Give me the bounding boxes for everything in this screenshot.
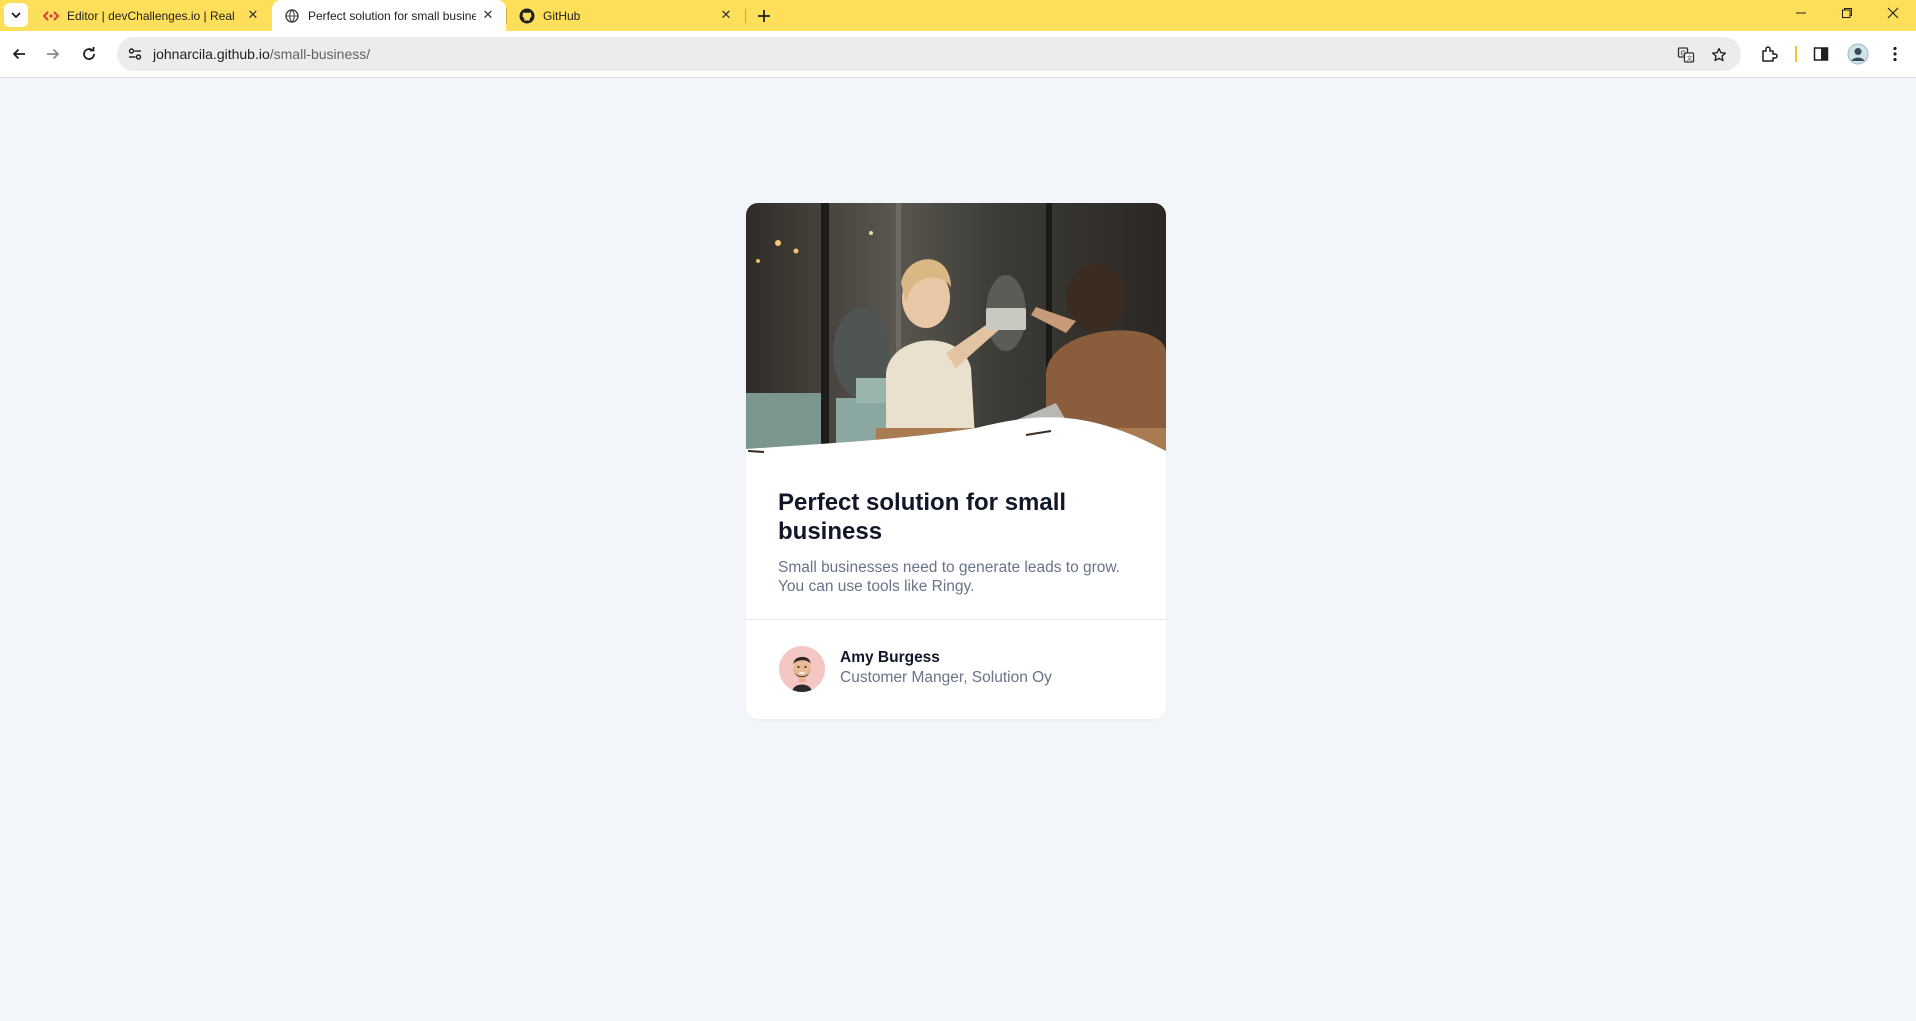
avatar <box>779 646 825 692</box>
reload-icon <box>83 47 95 60</box>
toolbar-separator <box>1795 46 1797 62</box>
hero-image <box>746 203 1166 455</box>
menu-kebab-icon[interactable] <box>1882 41 1908 67</box>
url-path: /small-business/ <box>269 46 371 62</box>
url-text[interactable]: johnarcila.github.io/small-business/ <box>153 46 370 62</box>
author-role: Customer Manger, Solution Oy <box>840 669 1052 686</box>
tab-github[interactable]: GitHub ✕ <box>507 0 744 31</box>
code-brackets-icon <box>43 8 59 24</box>
tab-separator <box>745 9 746 23</box>
tab-editor[interactable]: Editor | devChallenges.io | Real- ✕ <box>31 0 271 31</box>
svg-text:G: G <box>1681 50 1686 58</box>
translate-icon[interactable]: G文 <box>1676 45 1696 65</box>
restore-button[interactable] <box>1824 0 1870 26</box>
close-icon[interactable]: ✕ <box>480 7 496 23</box>
card-description: Small businesses need to generate leads … <box>778 559 1121 595</box>
close-icon[interactable]: ✕ <box>245 7 261 23</box>
close-window-button[interactable] <box>1870 0 1916 26</box>
tab-strip: Editor | devChallenges.io | Real- ✕ Perf… <box>0 0 1916 31</box>
new-tab-button[interactable] <box>752 4 776 28</box>
tab-title: GitHub <box>543 8 581 23</box>
tab-title: Editor | devChallenges.io | Real- <box>67 8 235 23</box>
close-icon <box>1887 7 1899 19</box>
forward-button[interactable] <box>39 40 67 68</box>
back-arrow-icon <box>12 48 25 60</box>
forward-arrow-icon <box>47 48 60 60</box>
tab-search-button[interactable] <box>4 3 28 27</box>
svg-text:文: 文 <box>1687 55 1693 63</box>
restore-icon <box>1842 8 1852 18</box>
back-button[interactable] <box>5 40 33 68</box>
person-avatar-icon <box>779 646 825 692</box>
close-icon[interactable]: ✕ <box>718 7 734 23</box>
minimize-icon <box>1796 12 1806 14</box>
site-settings-icon[interactable] <box>125 44 145 64</box>
extensions-icon[interactable] <box>1756 41 1782 67</box>
address-bar[interactable]: johnarcila.github.io/small-business/ G文 <box>117 37 1741 71</box>
url-host: johnarcila.github.io <box>153 46 270 62</box>
card-divider <box>746 619 1166 620</box>
reload-button[interactable] <box>75 40 103 68</box>
github-icon <box>519 8 535 24</box>
author-name: Amy Burgess <box>840 649 940 666</box>
tab-small-business[interactable]: Perfect solution for small busine ✕ <box>272 0 506 31</box>
business-card: Perfect solution for small business Smal… <box>746 203 1166 719</box>
chevron-down-icon <box>11 12 21 19</box>
tab-title: Perfect solution for small busine <box>308 8 476 23</box>
globe-icon <box>284 8 300 24</box>
plus-icon <box>758 10 770 22</box>
minimize-button[interactable] <box>1778 0 1824 26</box>
bookmark-star-icon[interactable] <box>1709 45 1729 65</box>
card-title: Perfect solution for small business <box>778 489 1067 545</box>
browser-toolbar: johnarcila.github.io/small-business/ G文 <box>0 31 1916 78</box>
profile-avatar-icon[interactable] <box>1845 41 1871 67</box>
side-panel-icon[interactable] <box>1808 41 1834 67</box>
